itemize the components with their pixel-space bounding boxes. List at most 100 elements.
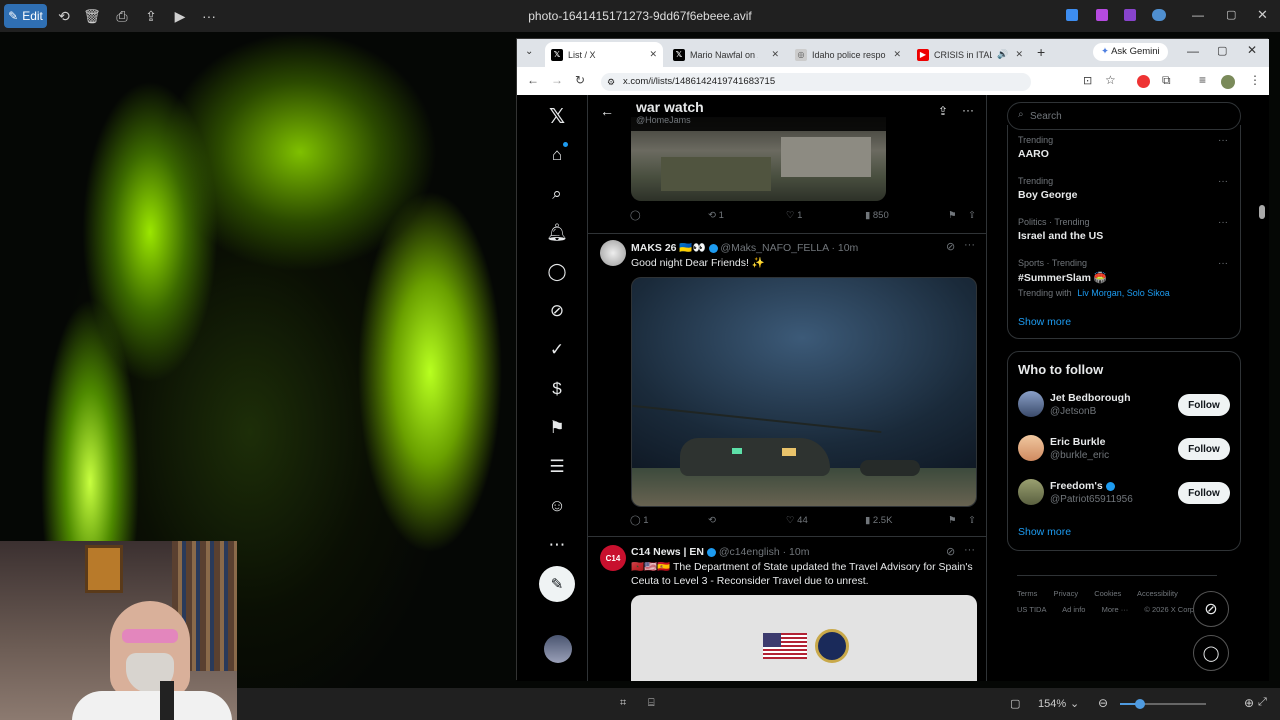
forward-icon[interactable]: → — [551, 73, 563, 87]
follow-button[interactable]: Follow — [1178, 482, 1230, 504]
bookmark-icon[interactable]: ⚑ — [948, 210, 957, 221]
more-circle-icon[interactable]: ⋯ — [542, 530, 572, 560]
tab-mario-nawfal[interactable]: 𝕏 Mario Nawfal on X: " ✕ — [667, 42, 785, 67]
author-handle[interactable]: @Maks_NAFO_FELLA — [720, 242, 828, 254]
reply-icon[interactable]: ◯ — [630, 210, 641, 221]
trend-more-icon[interactable]: ··· — [1218, 135, 1228, 146]
suggestion-name[interactable]: Jet Bedborough — [1050, 392, 1131, 404]
follow-button[interactable]: Follow — [1178, 394, 1230, 416]
like-icon[interactable]: ♡ 1 — [786, 210, 802, 221]
close-tab-icon[interactable]: ✕ — [649, 49, 657, 60]
back-arrow-icon[interactable]: ← — [600, 103, 614, 119]
more-icon[interactable]: ··· — [962, 103, 974, 117]
grok-icon[interactable]: ⊘ — [542, 296, 572, 326]
author-avatar[interactable] — [600, 240, 626, 266]
tweet-time[interactable]: · 10m — [831, 242, 858, 254]
close-tab-icon[interactable]: ✕ — [893, 49, 901, 60]
tab-crisis-italy[interactable]: ▶ CRISIS in ITALY - I 🔊 ✕ — [911, 42, 1029, 67]
notifications-bell-icon[interactable]: 🔔︎ — [542, 218, 572, 248]
compose-post-button[interactable]: ✎ — [539, 566, 575, 602]
tweet-more-icon[interactable]: ··· — [964, 544, 975, 556]
cloud-icon[interactable] — [1152, 9, 1166, 21]
zoom-slider[interactable] — [1120, 699, 1206, 709]
author-avatar[interactable]: C14 — [600, 545, 626, 571]
grok-fab[interactable]: ⊘ — [1193, 591, 1229, 627]
trend-link[interactable]: Liv Morgan — [1077, 288, 1122, 298]
scan-icon[interactable]: ⌸ — [648, 697, 655, 710]
grok-explain-icon[interactable]: ⊘ — [946, 240, 955, 253]
zoom-level[interactable]: 154% — [1038, 698, 1066, 710]
views-icon[interactable]: ▮ 850 — [865, 210, 889, 221]
tweet-image[interactable] — [631, 595, 977, 681]
speaker-icon[interactable]: 🔊 — [997, 49, 1008, 60]
author-handle[interactable]: @c14english — [719, 546, 780, 558]
author-name[interactable]: MAKS 26 🇺🇦👀 — [631, 242, 706, 254]
footer-link[interactable]: US TIDA — [1017, 605, 1046, 614]
scrollbar-thumb[interactable] — [1259, 205, 1265, 219]
messages-icon[interactable]: ◯ — [542, 257, 572, 287]
footer-link[interactable]: More ··· — [1102, 605, 1129, 614]
suggestion-avatar[interactable] — [1018, 479, 1044, 505]
home-icon[interactable]: ⌂ — [542, 140, 572, 170]
bookmark-icon[interactable]: ⚑ — [948, 515, 957, 526]
suggestion-name[interactable]: Eric Burkle — [1050, 436, 1105, 448]
lists-icon[interactable]: ☰ — [542, 452, 572, 482]
site-info-icon[interactable]: ⚙ — [607, 73, 615, 91]
menu-icon[interactable]: ⋮ — [1249, 73, 1261, 87]
back-icon[interactable]: ← — [527, 73, 539, 87]
app-icon[interactable] — [1096, 9, 1108, 21]
like-icon[interactable]: ♡ 44 — [786, 515, 808, 526]
suggestion-name[interactable]: Freedom's — [1050, 480, 1103, 492]
tweet-image[interactable] — [631, 277, 977, 507]
url-field[interactable]: ⚙ x.com/i/lists/1486142419741683715 — [601, 73, 1031, 91]
bookmarks-icon[interactable]: ⚑ — [542, 413, 572, 443]
footer-link[interactable]: Privacy — [1054, 589, 1079, 598]
footer-link[interactable]: Cookies — [1094, 589, 1121, 598]
footer-link[interactable]: Terms — [1017, 589, 1037, 598]
footer-link[interactable]: Ad info — [1062, 605, 1085, 614]
new-tab-icon[interactable]: + — [1037, 44, 1045, 60]
minimize-icon[interactable]: — — [1192, 8, 1204, 22]
explore-search-icon[interactable]: ⌕ — [542, 179, 572, 209]
x-logo-icon[interactable]: 𝕏 — [542, 101, 572, 131]
reply-icon[interactable]: ◯ 1 — [630, 515, 649, 526]
zoom-slider-thumb[interactable] — [1135, 699, 1145, 709]
bookmark-star-icon[interactable]: ☆ — [1105, 73, 1116, 87]
share-post-icon[interactable]: ⇪ — [968, 210, 976, 221]
trend-item[interactable]: Trending Boy George — [1018, 176, 1078, 201]
close-icon[interactable]: ✕ — [1257, 7, 1268, 23]
chevron-down-icon[interactable]: ⌄ — [1070, 697, 1079, 710]
adblock-icon[interactable] — [1137, 75, 1150, 88]
tab-list-x[interactable]: 𝕏 List / X ✕ — [545, 42, 663, 67]
fit-icon[interactable]: ▢ — [1010, 697, 1020, 710]
suggestion-avatar[interactable] — [1018, 391, 1044, 417]
zoom-out-icon[interactable]: ⊖ — [1098, 696, 1108, 710]
crop-icon[interactable]: ⌗ — [620, 697, 626, 710]
maximize-icon[interactable]: ▢ — [1226, 8, 1236, 21]
maximize-icon[interactable]: ▢ — [1217, 44, 1227, 57]
show-more-link[interactable]: Show more — [1018, 316, 1071, 328]
tweet-more-icon[interactable]: ··· — [964, 239, 975, 251]
trend-more-icon[interactable]: ··· — [1218, 176, 1228, 187]
expand-icon[interactable]: ⤢ — [1258, 696, 1267, 709]
author-name[interactable]: C14 News | EN — [631, 546, 704, 558]
messages-fab[interactable]: ◯ — [1193, 635, 1229, 671]
show-more-link[interactable]: Show more — [1018, 526, 1071, 538]
minimize-icon[interactable]: — — [1187, 44, 1199, 58]
tab-idaho-police[interactable]: ◎ Idaho police respond ✕ — [789, 42, 907, 67]
grok-explain-icon[interactable]: ⊘ — [946, 545, 955, 558]
trend-more-icon[interactable]: ··· — [1218, 217, 1228, 228]
share-post-icon[interactable]: ⇪ — [968, 515, 976, 526]
close-tab-icon[interactable]: ✕ — [771, 49, 779, 60]
money-icon[interactable]: $ — [542, 374, 572, 404]
extensions-icon[interactable]: ⧉ — [1162, 73, 1171, 88]
tab-search-icon[interactable]: ⌄ — [525, 46, 533, 57]
verified-orgs-icon[interactable]: ✓ — [542, 335, 572, 365]
trend-item[interactable]: Politics · Trending Israel and the US — [1018, 217, 1103, 242]
footer-link[interactable]: Accessibility — [1137, 589, 1178, 598]
follow-button[interactable]: Follow — [1178, 438, 1230, 460]
ask-gemini-button[interactable]: ✦ Ask Gemini — [1093, 43, 1168, 61]
profile-icon[interactable]: ☺ — [542, 491, 572, 521]
app-icon[interactable] — [1066, 9, 1078, 21]
zoom-in-icon[interactable]: ⊕ — [1244, 696, 1254, 710]
